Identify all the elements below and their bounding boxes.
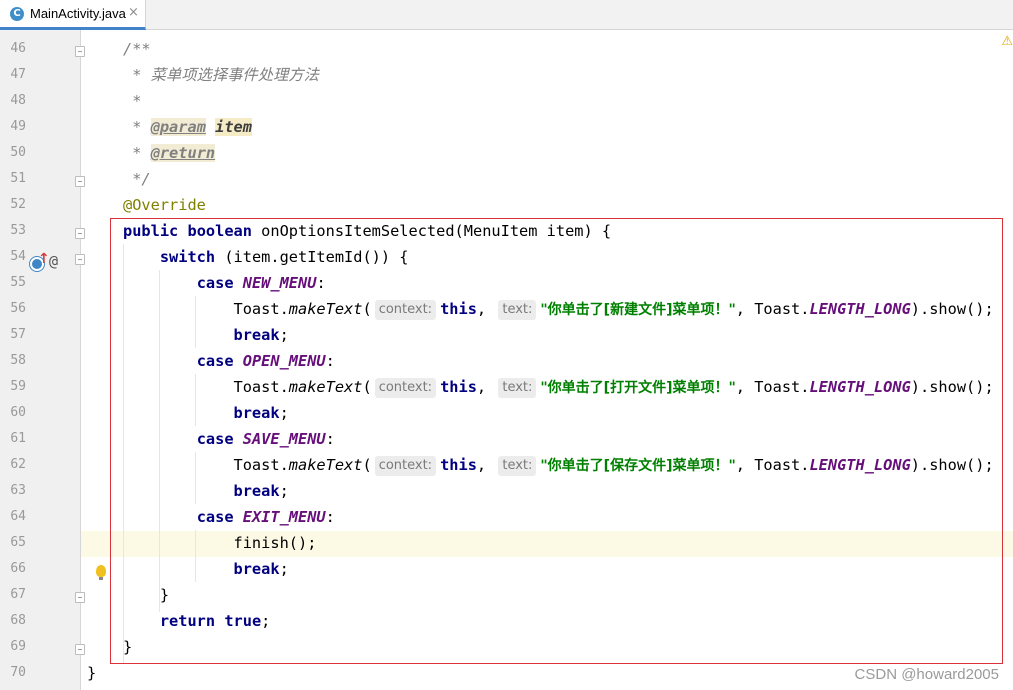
editor-tab-bar: C MainActivity.java ×: [0, 0, 1013, 30]
line-number: 59: [10, 379, 26, 394]
code-line-46: /**: [123, 40, 151, 58]
code-line-47: * 菜单项选择事件处理方法: [123, 66, 319, 84]
code-line-51: */: [123, 170, 151, 188]
code-line-49: * @param item: [123, 118, 252, 136]
line-number: 64: [10, 509, 26, 524]
tab-main-activity[interactable]: C MainActivity.java ×: [0, 0, 146, 30]
line-number: 60: [10, 405, 26, 420]
line-number: 68: [10, 613, 26, 628]
line-number: 53: [10, 223, 26, 238]
line-number: 67: [10, 587, 26, 602]
line-number: 69: [10, 639, 26, 654]
line-number: 66: [10, 561, 26, 576]
code-line-52: @Override: [123, 196, 206, 214]
line-number: 70: [10, 665, 26, 680]
annotation-icon[interactable]: @: [49, 252, 58, 270]
line-number: 50: [10, 145, 26, 160]
line-number: 65: [10, 535, 26, 550]
line-number: 57: [10, 327, 26, 342]
code-line-50: * @return: [123, 144, 216, 162]
code-editor[interactable]: /** * 菜单项选择事件处理方法 * * @param item * @ret…: [81, 30, 1013, 690]
line-number: 55: [10, 275, 26, 290]
watermark: CSDN @howard2005: [854, 666, 999, 683]
line-number: 52: [10, 197, 26, 212]
highlight-box: [110, 218, 1003, 664]
code-line-70: }: [87, 664, 97, 682]
line-number: 49: [10, 119, 26, 134]
line-number: 58: [10, 353, 26, 368]
close-icon[interactable]: ×: [128, 5, 139, 20]
line-number: 46: [10, 41, 26, 56]
line-gutter: 46 47 48 49 50 51 52 53 54 55 56 57 58 59 60 61 62 63 64 65…: [0, 30, 106, 690]
line-number: 47: [10, 67, 26, 82]
warning-icon[interactable]: ⚠: [1001, 34, 1013, 49]
line-number: 63: [10, 483, 26, 498]
override-arrow-icon[interactable]: ↑: [38, 251, 50, 267]
line-number: 54: [10, 249, 26, 264]
java-class-icon: C: [10, 7, 24, 21]
line-number: 61: [10, 431, 26, 446]
line-number: 51: [10, 171, 26, 186]
line-number: 62: [10, 457, 26, 472]
line-number: 56: [10, 301, 26, 316]
code-line-48: *: [123, 92, 142, 110]
tab-label: MainActivity.java: [30, 6, 126, 21]
line-number: 48: [10, 93, 26, 108]
